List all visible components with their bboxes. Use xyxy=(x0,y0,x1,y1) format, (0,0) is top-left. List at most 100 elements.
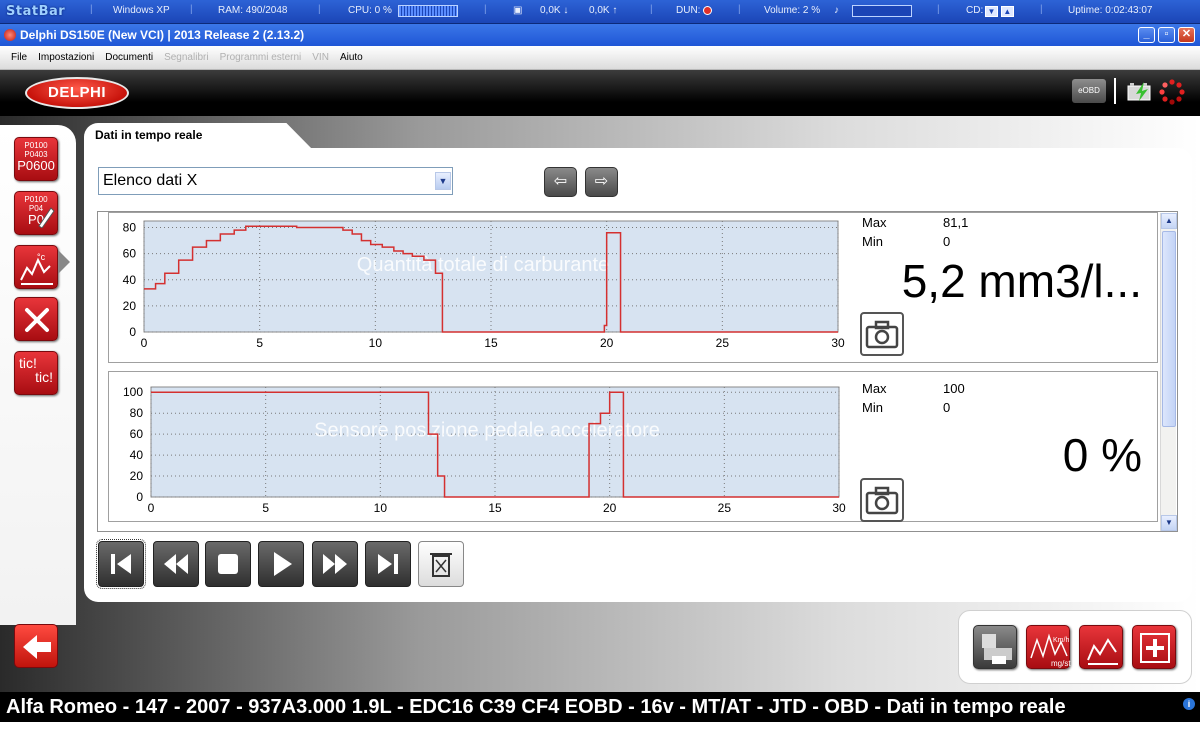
cpu-meter xyxy=(398,5,458,17)
arrow-left-icon xyxy=(23,635,51,659)
scroll-thumb[interactable] xyxy=(1162,231,1176,427)
svg-text:°c: °c xyxy=(37,252,46,262)
menu-documenti[interactable]: Documenti xyxy=(105,52,153,63)
statbar: StatBar | Windows XP | RAM: 490/2048 | C… xyxy=(0,0,1200,24)
skip-end-icon xyxy=(378,554,398,574)
prev-page-button[interactable]: ⇦ xyxy=(544,167,577,197)
x-tick-label: 20 xyxy=(603,501,617,515)
chart-title: Quantità totale di carburante xyxy=(357,254,609,276)
menu-impostazioni[interactable]: Impostazioni xyxy=(38,52,94,63)
tools-icon xyxy=(25,308,49,332)
min-value: 0 xyxy=(943,234,951,249)
x-tick-label: 0 xyxy=(148,501,155,515)
y-tick-label: 80 xyxy=(123,221,137,235)
ticks-button[interactable]: tic! tic! xyxy=(14,351,58,395)
x-tick-label: 30 xyxy=(832,501,846,515)
y-tick-label: 0 xyxy=(136,490,143,504)
print-button[interactable] xyxy=(973,625,1017,669)
y-tick-label: 0 xyxy=(129,325,136,339)
camera-icon xyxy=(865,486,899,515)
window-title: Delphi DS150E (New VCI) | 2013 Release 2… xyxy=(20,28,305,42)
y-tick-label: 100 xyxy=(123,385,143,399)
chart-title: Sensore posizione pedale acceleratore xyxy=(314,420,660,442)
min-label: Min xyxy=(862,234,883,249)
dtc-code: P0100 xyxy=(24,141,48,150)
separator: | xyxy=(738,4,741,15)
printer-icon xyxy=(982,634,1012,664)
volume-meter xyxy=(852,5,912,17)
info-icon[interactable]: i xyxy=(1183,698,1195,710)
service-functions-button[interactable] xyxy=(14,297,58,341)
trash-icon xyxy=(430,553,452,577)
connection-spinner-icon xyxy=(1159,79,1185,105)
dtc-read-button[interactable]: P0100 P0403 P0600 xyxy=(14,137,58,181)
x-tick-label: 20 xyxy=(600,336,614,350)
fast-forward-button[interactable] xyxy=(312,541,358,587)
chevron-down-icon[interactable]: ▼ xyxy=(435,172,451,190)
eobd-button[interactable]: eOBD xyxy=(1072,79,1106,103)
y-tick-label: 40 xyxy=(123,273,137,287)
network-icon: ▣ xyxy=(513,5,523,16)
dtc-erase-button[interactable]: P0100 P04 P0 xyxy=(14,191,58,235)
live-graph-icon: °c xyxy=(20,252,53,285)
units-button[interactable]: mg/st Km/h xyxy=(1026,625,1071,669)
statbar-cd: CD: xyxy=(966,5,984,16)
x-tick-label: 25 xyxy=(716,336,730,350)
separator: | xyxy=(1040,4,1043,15)
x-tick-label: 30 xyxy=(831,336,845,350)
graph-settings-button[interactable] xyxy=(1079,625,1123,669)
fast-forward-icon xyxy=(323,554,347,574)
play-button[interactable] xyxy=(258,541,304,587)
menu-bar: File Impostazioni Documenti Segnalibri P… xyxy=(0,46,1200,70)
clear-buffer-button[interactable] xyxy=(418,541,464,587)
app-header: DELPHI eOBD xyxy=(0,70,1200,116)
ticks-label: tic! xyxy=(19,355,37,371)
minimize-button[interactable]: _ xyxy=(1138,27,1155,43)
stop-button[interactable] xyxy=(205,541,251,587)
menu-vin: VIN xyxy=(312,52,329,63)
y-tick-label: 60 xyxy=(123,247,137,261)
vehicle-info-bar: Alfa Romeo - 147 - 2007 - 937A3.000 1.9L… xyxy=(0,692,1200,722)
tab-label: Dati in tempo reale xyxy=(95,128,203,142)
go-to-start-button[interactable] xyxy=(96,539,146,589)
battery-icon xyxy=(1127,82,1151,101)
next-page-button[interactable]: ⇨ xyxy=(585,167,618,197)
camera-icon xyxy=(865,320,899,349)
maximize-button[interactable]: ▫ xyxy=(1158,27,1175,43)
live-data-button[interactable]: °c xyxy=(14,245,58,289)
add-parameter-button[interactable] xyxy=(1132,625,1176,669)
snapshot-button[interactable] xyxy=(860,478,904,522)
back-button[interactable] xyxy=(14,624,58,668)
svg-text:Km/h: Km/h xyxy=(1053,637,1069,644)
dun-status-icon xyxy=(703,5,713,15)
go-to-end-button[interactable] xyxy=(365,541,411,587)
window-titlebar: Delphi DS150E (New VCI) | 2013 Release 2… xyxy=(0,24,1200,46)
max-value: 100 xyxy=(943,381,965,396)
x-tick-label: 10 xyxy=(369,336,383,350)
arrow-right-icon: ⇨ xyxy=(594,173,609,190)
snapshot-button[interactable] xyxy=(860,312,904,356)
data-list-select[interactable]: Elenco dati X ▼ xyxy=(98,167,453,195)
y-tick-label: 40 xyxy=(130,448,144,462)
x-tick-label: 0 xyxy=(141,336,148,350)
svg-text:mg/st: mg/st xyxy=(1051,659,1071,668)
scroll-down-button[interactable]: ▼ xyxy=(1161,515,1177,531)
x-tick-label: 10 xyxy=(374,501,388,515)
statbar-net-up: 0,0K ↑ xyxy=(589,5,618,16)
cd-eject-button[interactable]: ▼ ▲ xyxy=(985,6,1014,17)
statbar-dun: DUN: xyxy=(676,5,713,16)
add-icon xyxy=(1140,633,1170,663)
menu-aiuto[interactable]: Aiuto xyxy=(340,52,363,63)
rewind-icon xyxy=(164,554,188,574)
play-icon xyxy=(274,552,292,576)
separator: | xyxy=(484,4,487,15)
scroll-up-button[interactable]: ▲ xyxy=(1161,213,1177,229)
graphs-scrollbar[interactable]: ▲ ▼ xyxy=(1160,213,1177,531)
close-button[interactable]: ✕ xyxy=(1178,27,1195,43)
speaker-icon: ♪ xyxy=(834,5,839,16)
units-icon: mg/st Km/h xyxy=(1030,633,1071,668)
ticks-label: tic! xyxy=(35,369,53,385)
rewind-button[interactable] xyxy=(153,541,199,587)
menu-file[interactable]: File xyxy=(11,52,27,63)
x-tick-label: 15 xyxy=(488,501,502,515)
